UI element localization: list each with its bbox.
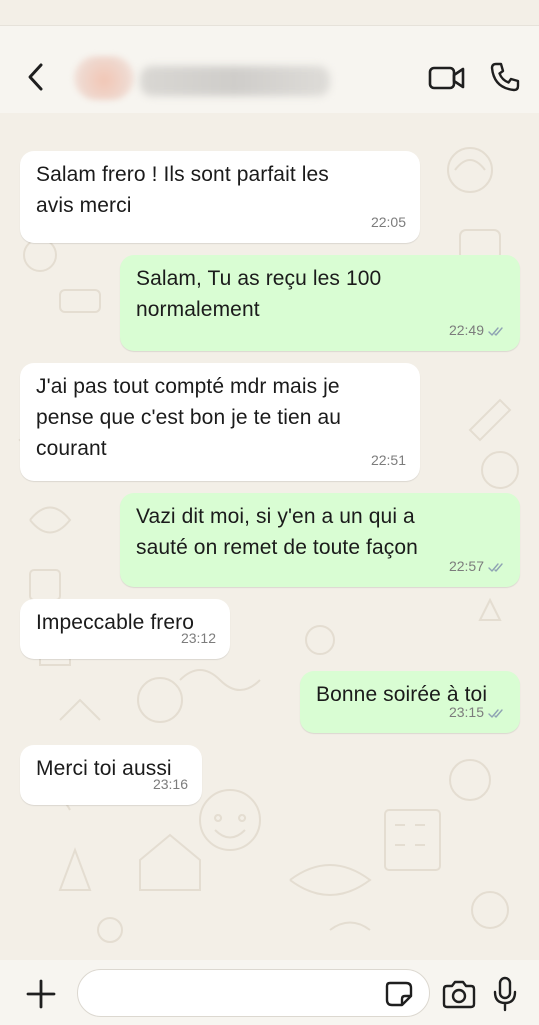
- attach-button[interactable]: [24, 977, 58, 1011]
- read-ticks-icon: [488, 708, 503, 718]
- microphone-icon: [493, 976, 517, 1012]
- message-meta: 23:12: [181, 623, 216, 654]
- chevron-left-icon: [28, 63, 43, 91]
- message-time: 23:15: [448, 704, 484, 720]
- message-list: Salam frero ! Ils sont parfait les avis …: [0, 113, 539, 960]
- message-meta: 22:49: [449, 315, 506, 346]
- phone-icon: [490, 62, 520, 92]
- read-ticks-icon: [488, 326, 503, 336]
- message-time: 22:51: [370, 452, 406, 468]
- video-camera-icon: [428, 66, 465, 90]
- voice-call-button[interactable]: [488, 60, 522, 94]
- chat-header: [0, 25, 539, 113]
- contact-name[interactable]: [140, 66, 330, 96]
- message-outgoing[interactable]: Bonne soirée à toi 23:15: [300, 671, 520, 733]
- read-ticks-icon: [488, 562, 503, 572]
- video-call-button[interactable]: [427, 62, 467, 94]
- message-time: 22:57: [448, 558, 484, 574]
- message-text: Salam frero ! Ils sont parfait les avis …: [36, 163, 329, 217]
- camera-icon: [442, 980, 476, 1009]
- avatar[interactable]: [74, 56, 134, 100]
- message-input[interactable]: [96, 978, 376, 1008]
- message-text: J'ai pas tout compté mdr mais je pense q…: [36, 375, 342, 460]
- chat-screen: Salam frero ! Ils sont parfait les avis …: [0, 0, 539, 1025]
- plus-icon: [26, 979, 56, 1009]
- message-meta: 22:05: [371, 207, 406, 238]
- camera-button[interactable]: [440, 980, 478, 1010]
- message-time: 22:49: [448, 322, 484, 338]
- back-button[interactable]: [22, 60, 50, 94]
- voice-message-button[interactable]: [492, 975, 518, 1013]
- message-time: 23:16: [152, 776, 188, 792]
- message-meta: 23:15: [449, 697, 506, 728]
- message-incoming[interactable]: Impeccable frero 23:12: [20, 599, 230, 659]
- message-meta: 22:51: [371, 445, 406, 476]
- sticker-button[interactable]: [384, 980, 414, 1008]
- message-incoming[interactable]: J'ai pas tout compté mdr mais je pense q…: [20, 363, 420, 481]
- message-time: 23:12: [180, 630, 216, 646]
- message-outgoing[interactable]: Salam, Tu as reçu les 100 normalement 22…: [120, 255, 520, 351]
- message-incoming[interactable]: Salam frero ! Ils sont parfait les avis …: [20, 151, 420, 243]
- message-time: 22:05: [370, 214, 406, 230]
- message-outgoing[interactable]: Vazi dit moi, si y'en a un qui a sauté o…: [120, 493, 520, 587]
- message-incoming[interactable]: Merci toi aussi 23:16: [20, 745, 202, 805]
- message-input-wrapper[interactable]: [77, 969, 430, 1017]
- composer-bar: [0, 960, 539, 1025]
- message-meta: 22:57: [449, 551, 506, 582]
- sticker-icon: [385, 981, 413, 1007]
- message-meta: 23:16: [153, 769, 188, 800]
